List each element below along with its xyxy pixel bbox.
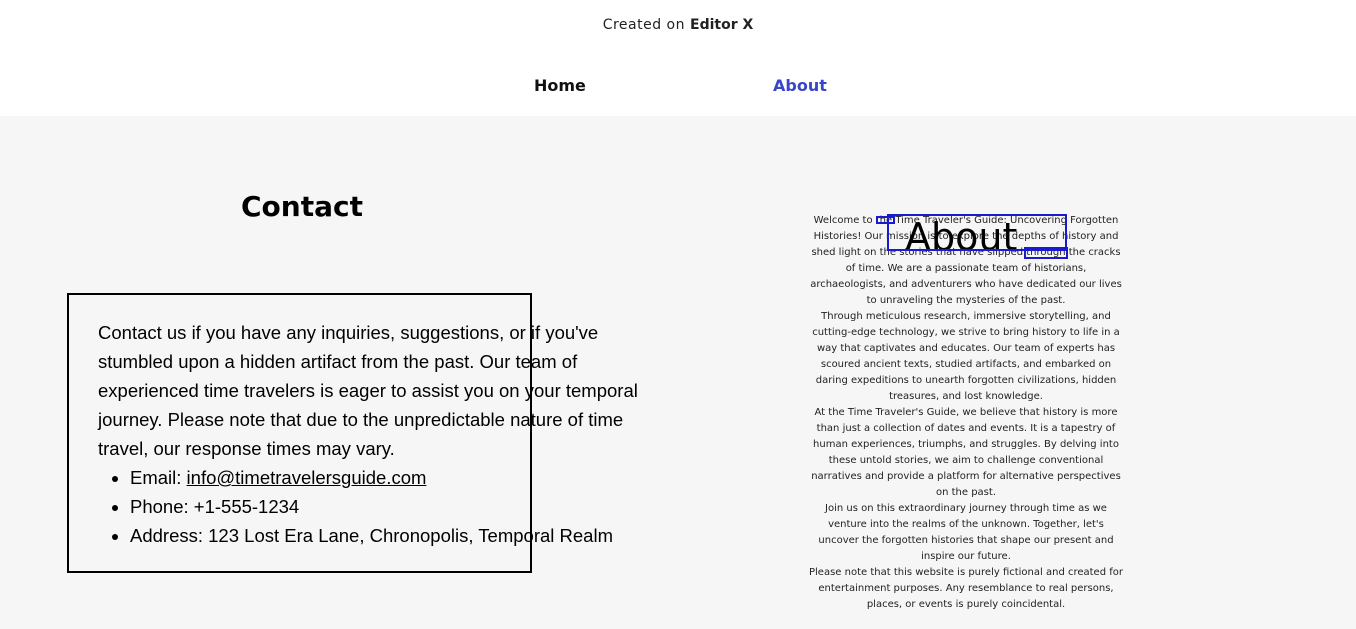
contact-email-item: Email: info@timetravelersguide.com [130,463,670,492]
banner-prefix: Created on [602,17,685,33]
contact-text-block: Contact us if you have any inquiries, su… [98,318,670,550]
contact-phone-item: Phone: +1-555-1234 [130,492,670,521]
contact-address-item: Address: 123 Lost Era Lane, Chronopolis,… [130,521,670,550]
about-body-text: Welcome to the Time Traveler's Guide: Un… [808,213,1124,613]
editor-x-banner[interactable]: Created on Editor X [0,0,1356,50]
about-paragraph: At the Time Traveler's Guide, we believe… [811,407,1121,498]
contact-intro: Contact us if you have any inquiries, su… [98,322,638,459]
main-nav: Home About [0,50,1356,116]
contact-title: Contact [241,190,363,223]
about-paragraph: Join us on this extraordinary journey th… [818,503,1114,562]
email-link[interactable]: info@timetravelersguide.com [187,467,427,488]
about-paragraph: Please note that this website is purely … [809,567,1123,610]
contact-list: Email: info@timetravelersguide.com Phone… [98,463,670,550]
nav-about-link[interactable]: About [773,76,827,95]
email-label: Email: [130,467,187,488]
about-heading: About [905,215,1018,259]
editor-x-logo[interactable]: Editor X [690,17,753,33]
nav-home-link[interactable]: Home [534,76,586,95]
about-paragraph: Through meticulous research, immersive s… [812,311,1120,402]
